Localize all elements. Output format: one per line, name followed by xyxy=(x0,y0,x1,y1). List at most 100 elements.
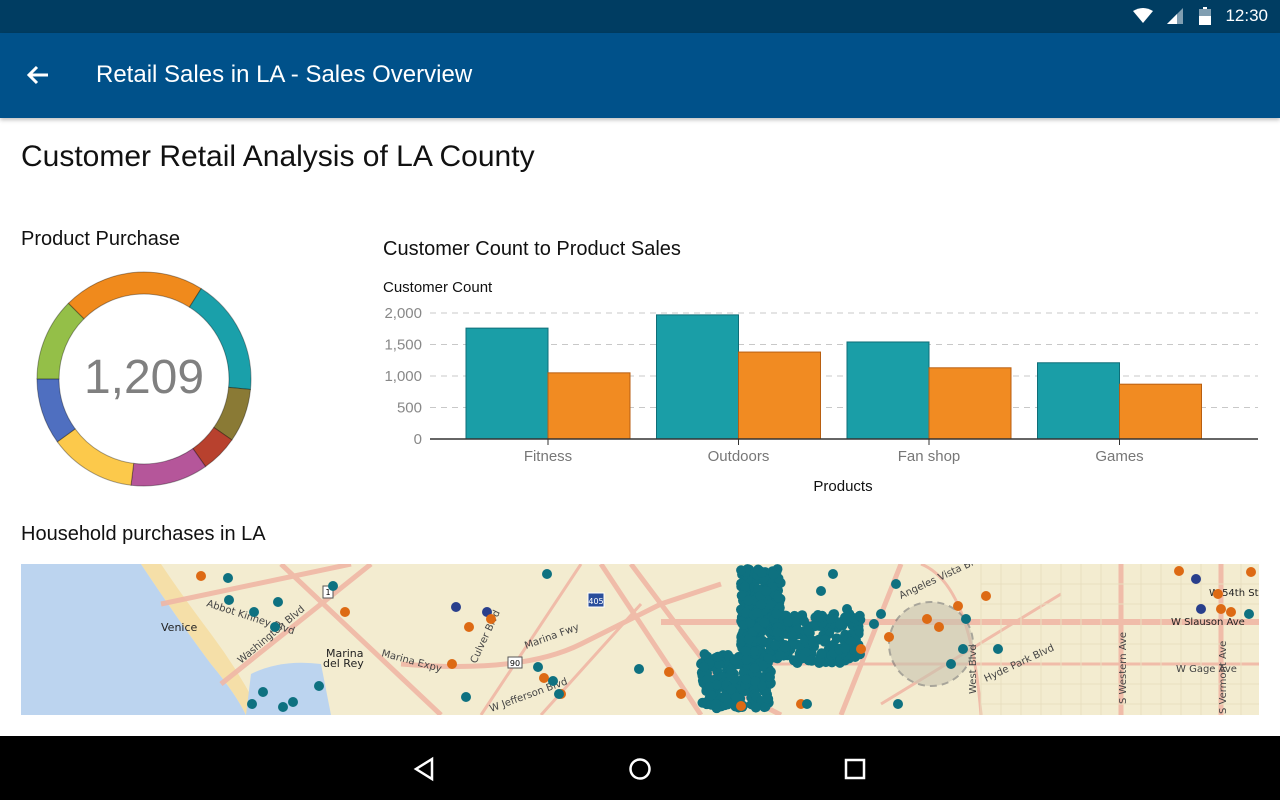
household-dot[interactable] xyxy=(840,643,851,654)
household-dot[interactable] xyxy=(486,614,496,624)
household-dot[interactable] xyxy=(891,579,901,589)
household-dot[interactable] xyxy=(223,573,233,583)
household-dot[interactable] xyxy=(771,608,782,619)
household-dot[interactable] xyxy=(786,630,797,641)
bar-fitness-0[interactable] xyxy=(465,327,549,440)
household-dot[interactable] xyxy=(841,613,852,624)
household-dot[interactable] xyxy=(328,581,338,591)
household-dot[interactable] xyxy=(699,649,710,660)
household-dot[interactable] xyxy=(249,607,259,617)
household-dot[interactable] xyxy=(893,699,903,709)
household-dot[interactable] xyxy=(884,632,894,642)
household-dot[interactable] xyxy=(447,659,457,669)
nav-recents-icon[interactable] xyxy=(840,754,870,784)
bar-fitness-1[interactable] xyxy=(547,372,631,440)
household-dot[interactable] xyxy=(783,616,794,627)
household-dot[interactable] xyxy=(554,689,564,699)
bar-games-1[interactable] xyxy=(1119,383,1202,440)
household-dot[interactable] xyxy=(270,622,280,632)
household-dot[interactable] xyxy=(711,679,722,690)
household-dot[interactable] xyxy=(856,644,866,654)
household-dot[interactable] xyxy=(340,607,350,617)
household-dot[interactable] xyxy=(749,663,760,674)
household-dot[interactable] xyxy=(953,601,963,611)
household-dot[interactable] xyxy=(819,634,830,645)
household-dot[interactable] xyxy=(764,672,775,683)
household-dot[interactable] xyxy=(1246,567,1256,577)
household-dot[interactable] xyxy=(876,609,886,619)
household-dot[interactable] xyxy=(842,604,852,614)
household-dot[interactable] xyxy=(816,612,827,623)
household-dot[interactable] xyxy=(1191,574,1201,584)
household-dot[interactable] xyxy=(736,565,747,576)
household-dot[interactable] xyxy=(451,602,461,612)
household-dot[interactable] xyxy=(803,625,814,636)
household-dot[interactable] xyxy=(757,635,768,646)
household-dot[interactable] xyxy=(539,673,549,683)
household-dot[interactable] xyxy=(288,697,298,707)
household-dot[interactable] xyxy=(1226,607,1236,617)
household-dot[interactable] xyxy=(922,614,932,624)
household-dot[interactable] xyxy=(773,592,784,603)
household-dot[interactable] xyxy=(763,693,774,704)
household-dot[interactable] xyxy=(831,633,842,644)
household-dot[interactable] xyxy=(770,640,781,651)
household-dot[interactable] xyxy=(751,607,762,618)
household-dot[interactable] xyxy=(464,622,474,632)
selection-circle[interactable] xyxy=(888,601,974,687)
household-dot[interactable] xyxy=(722,699,733,710)
household-dot[interactable] xyxy=(1216,604,1226,614)
household-dot[interactable] xyxy=(736,701,746,711)
household-dot[interactable] xyxy=(1213,589,1223,599)
household-dot[interactable] xyxy=(258,687,268,697)
household-dot[interactable] xyxy=(759,617,770,628)
household-dot[interactable] xyxy=(750,702,761,713)
household-dot[interactable] xyxy=(828,569,838,579)
nav-home-icon[interactable] xyxy=(625,754,655,784)
household-dot[interactable] xyxy=(934,622,944,632)
household-dot[interactable] xyxy=(224,595,234,605)
household-dot[interactable] xyxy=(775,650,786,661)
household-dot[interactable] xyxy=(196,571,206,581)
household-dot[interactable] xyxy=(664,667,674,677)
household-dot[interactable] xyxy=(854,610,865,621)
household-dot[interactable] xyxy=(725,664,736,675)
household-dot[interactable] xyxy=(278,702,288,712)
household-dot[interactable] xyxy=(273,597,283,607)
household-dot[interactable] xyxy=(761,586,772,597)
household-dot[interactable] xyxy=(634,664,644,674)
household-dot[interactable] xyxy=(802,699,812,709)
household-dot[interactable] xyxy=(961,614,971,624)
household-dot[interactable] xyxy=(743,595,754,606)
household-dot[interactable] xyxy=(711,699,721,709)
nav-back-icon[interactable] xyxy=(410,754,440,784)
household-dot[interactable] xyxy=(548,676,558,686)
household-dot[interactable] xyxy=(706,690,717,701)
household-dot[interactable] xyxy=(946,659,956,669)
household-dot[interactable] xyxy=(741,674,752,685)
bar-fan-shop-1[interactable] xyxy=(928,367,1012,440)
household-dot[interactable] xyxy=(743,634,754,645)
household-dot[interactable] xyxy=(739,581,750,592)
household-dot[interactable] xyxy=(799,616,810,627)
household-dot[interactable] xyxy=(772,627,783,638)
household-map[interactable]: Venice Marina del Rey Abbot Kinney Blvd … xyxy=(21,564,1259,715)
household-dot[interactable] xyxy=(993,644,1003,654)
household-dot[interactable] xyxy=(461,692,471,702)
household-dot[interactable] xyxy=(712,651,723,662)
bar-games-0[interactable] xyxy=(1037,362,1120,440)
household-dot[interactable] xyxy=(1244,609,1254,619)
household-dot[interactable] xyxy=(816,648,827,659)
household-dot[interactable] xyxy=(768,569,779,580)
household-dot[interactable] xyxy=(699,661,710,672)
household-dot[interactable] xyxy=(314,681,324,691)
household-dot[interactable] xyxy=(741,654,752,665)
household-dot[interactable] xyxy=(807,637,818,648)
household-dot[interactable] xyxy=(1174,566,1184,576)
household-dot[interactable] xyxy=(533,662,543,672)
bar-fan-shop-0[interactable] xyxy=(846,341,930,440)
household-dot[interactable] xyxy=(1196,604,1206,614)
bar-outdoors-1[interactable] xyxy=(738,351,821,440)
household-dot[interactable] xyxy=(958,644,968,654)
household-dot[interactable] xyxy=(247,699,257,709)
